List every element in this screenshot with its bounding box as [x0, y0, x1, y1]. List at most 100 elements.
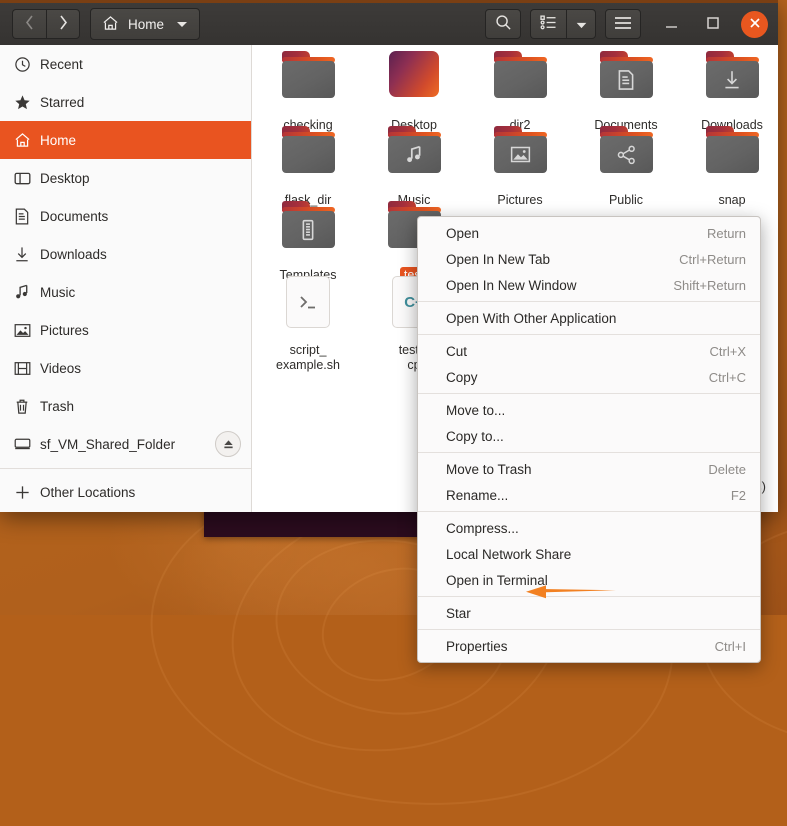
sidebar-item-trash[interactable]: Trash	[0, 387, 251, 425]
file-item[interactable]: dir2	[467, 51, 573, 134]
menu-item-local-network-share[interactable]: Local Network Share	[418, 541, 760, 567]
view-options-dropdown-button[interactable]	[566, 9, 596, 39]
file-name-label-wrap: Pictures	[467, 192, 573, 209]
file-item[interactable]: snap	[679, 126, 778, 209]
menu-item-open-in-new-window[interactable]: Open In New Window Shift+Return	[418, 272, 760, 298]
menu-item-label: Open With Other Application	[446, 310, 617, 326]
chevron-left-icon	[25, 15, 34, 33]
sidebar-item-label: Home	[40, 132, 77, 148]
sidebar-item-other-locations[interactable]: Other Locations	[0, 473, 251, 511]
sidebar-item-starred[interactable]: Starred	[0, 83, 251, 121]
menu-item-shortcut: Ctrl+C	[708, 369, 746, 385]
download-icon	[14, 246, 40, 263]
file-item[interactable]: Documents	[573, 51, 679, 134]
menu-item-move-to[interactable]: Move to...	[418, 397, 760, 423]
search-button[interactable]	[485, 9, 521, 39]
menu-item-compress[interactable]: Compress...	[418, 515, 760, 541]
file-item[interactable]: Downloads	[679, 51, 778, 134]
menu-item-shortcut: Return	[706, 225, 746, 241]
menu-item-label: Open In New Tab	[446, 251, 551, 267]
menu-item-open-with-other-application[interactable]: Open With Other Application	[418, 305, 760, 331]
menu-item-copy[interactable]: Copy Ctrl+C	[418, 364, 760, 390]
menu-item-label: Compress...	[446, 520, 519, 536]
drive-icon	[14, 437, 40, 451]
menu-item-rename[interactable]: Rename... F2	[418, 482, 760, 508]
folder-emblem-image-icon	[493, 136, 548, 173]
desktop-folder-icon	[389, 51, 439, 97]
sidebar-item-label: Videos	[40, 360, 82, 376]
menu-separator	[418, 334, 760, 335]
file-name-label: Pictures	[497, 193, 543, 207]
minimize-button[interactable]	[657, 10, 685, 38]
menu-separator	[418, 452, 760, 453]
maximize-button[interactable]	[699, 10, 727, 38]
file-item[interactable]: Music	[361, 126, 467, 209]
sidebar-item-home[interactable]: Home	[0, 121, 251, 159]
sidebar-item-videos[interactable]: Videos	[0, 349, 251, 387]
sidebar-item-music[interactable]: Music	[0, 273, 251, 311]
sidebar-item-recent[interactable]: Recent	[0, 45, 251, 83]
sidebar-item-desktop[interactable]: Desktop	[0, 159, 251, 197]
hamburger-menu-icon	[614, 16, 632, 33]
folder-emblem-share-icon	[599, 136, 654, 173]
file-item[interactable]: Public	[573, 126, 679, 209]
menu-item-properties[interactable]: Properties Ctrl+I	[418, 633, 760, 659]
menu-item-move-to-trash[interactable]: Move to Trash Delete	[418, 456, 760, 482]
menu-separator	[418, 629, 760, 630]
home-icon	[14, 132, 40, 148]
back-button[interactable]	[12, 9, 46, 39]
menu-item-shortcut: Delete	[708, 461, 746, 477]
file-item[interactable]: Desktop	[361, 51, 467, 134]
main-menu-button[interactable]	[605, 9, 641, 39]
sidebar-item-label: Downloads	[40, 246, 107, 262]
menu-separator	[418, 301, 760, 302]
music-note-icon	[14, 284, 40, 301]
sidebar-item-label: Documents	[40, 208, 109, 224]
sidebar-item-pictures[interactable]: Pictures	[0, 311, 251, 349]
menu-item-copy-to[interactable]: Copy to...	[418, 423, 760, 449]
sidebar: Recent Starred Home Desktop Documents Downloa…	[0, 45, 252, 512]
menu-item-label: Copy to...	[446, 428, 504, 444]
sidebar-item-downloads[interactable]: Downloads	[0, 235, 251, 273]
file-icon-thumbnail	[573, 126, 679, 192]
file-item[interactable]: Templates	[255, 201, 361, 284]
minimize-icon	[665, 17, 678, 32]
file-icon-thumbnail	[679, 51, 778, 117]
file-item[interactable]: checking	[255, 51, 361, 134]
sidebar-item-sf-vm-shared-folder[interactable]: sf_VM_Shared_Folder	[0, 425, 251, 463]
menu-item-cut[interactable]: Cut Ctrl+X	[418, 338, 760, 364]
menu-separator	[418, 393, 760, 394]
folder-icon	[493, 51, 548, 98]
file-icon-thumbnail	[255, 201, 361, 267]
maximize-icon	[707, 16, 719, 32]
eject-button[interactable]	[215, 431, 241, 457]
file-item[interactable]: Pictures	[467, 126, 573, 209]
plus-icon	[14, 484, 40, 501]
file-icon-thumbnail	[679, 126, 778, 192]
file-icon-thumbnail	[361, 126, 467, 192]
menu-item-shortcut: Shift+Return	[673, 277, 746, 293]
file-item[interactable]: flask_dir	[255, 126, 361, 209]
menu-item-star[interactable]: Star	[418, 600, 760, 626]
close-button[interactable]	[741, 10, 768, 38]
file-icon-thumbnail	[255, 276, 361, 342]
file-item[interactable]: script_ example.sh	[255, 276, 361, 374]
icon-grid: checking Desktop dir2 Documents Downloads fla…	[253, 45, 778, 372]
folder-icon	[705, 51, 760, 98]
home-icon	[102, 15, 119, 34]
header-bar: Home	[0, 0, 778, 45]
menu-item-open-in-new-tab[interactable]: Open In New Tab Ctrl+Return	[418, 246, 760, 272]
list-view-button[interactable]	[530, 9, 566, 39]
sidebar-item-documents[interactable]: Documents	[0, 197, 251, 235]
file-icon-thumbnail	[467, 126, 573, 192]
sidebar-item-label: sf_VM_Shared_Folder	[40, 436, 176, 452]
file-name-label: snap	[718, 193, 746, 207]
chevron-down-icon	[576, 17, 587, 32]
menu-item-open[interactable]: Open Return	[418, 220, 760, 246]
folder-emblem-document-icon	[599, 61, 654, 98]
folder-icon	[599, 126, 654, 173]
folder-icon	[281, 51, 336, 98]
path-bar-home-button[interactable]: Home	[90, 8, 201, 40]
forward-button[interactable]	[46, 9, 80, 39]
menu-item-shortcut: Ctrl+X	[709, 343, 746, 359]
